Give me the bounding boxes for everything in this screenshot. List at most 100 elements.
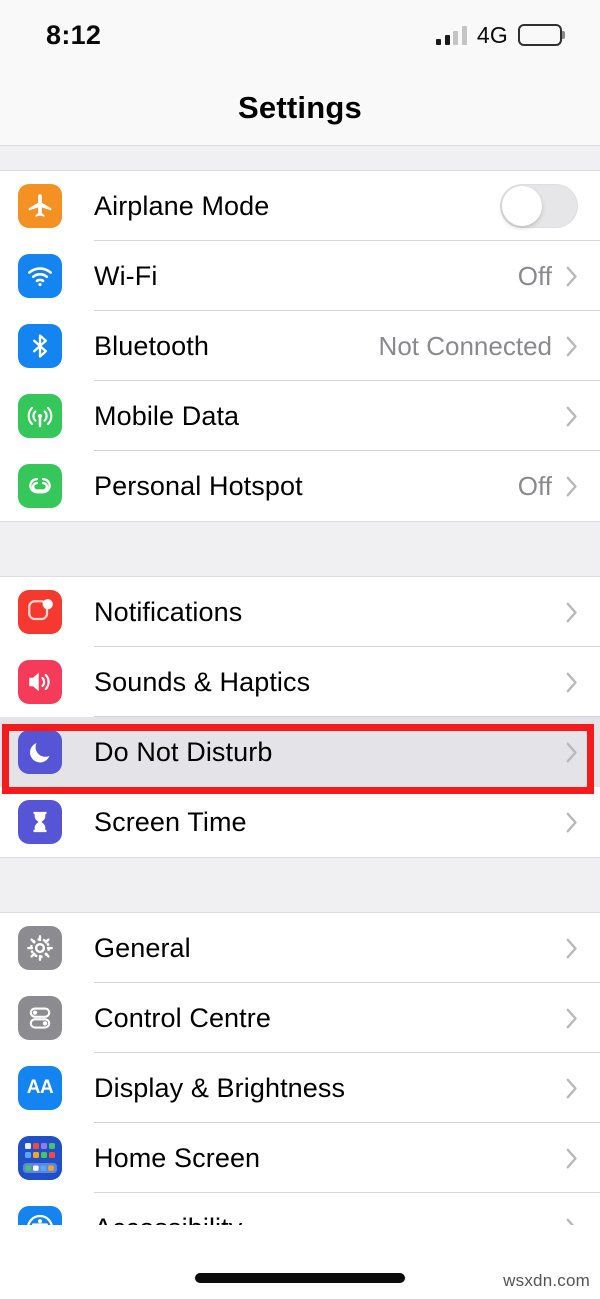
settings-row-sounds-haptics[interactable]: Sounds & Haptics xyxy=(0,647,600,717)
settings-row-do-not-disturb[interactable]: Do Not Disturb xyxy=(0,717,600,787)
settings-row-label: Accessibility xyxy=(94,1213,242,1226)
wifi-icon xyxy=(18,254,62,298)
home-indicator[interactable] xyxy=(195,1273,405,1283)
speaker-waves-icon xyxy=(18,660,62,704)
settings-row-personal-hotspot[interactable]: Personal Hotspot Off xyxy=(0,451,600,521)
settings-row-label: Bluetooth xyxy=(94,330,209,361)
settings-row-label: General xyxy=(94,932,191,963)
settings-row-value: Off xyxy=(517,470,552,501)
watermark-label: wsxdn.com xyxy=(503,1271,590,1290)
settings-row-value: Off xyxy=(517,260,552,291)
row-accessory xyxy=(500,184,578,228)
row-accessory xyxy=(566,1218,578,1225)
chevron-right-icon xyxy=(566,812,578,833)
row-content: Screen Time xyxy=(94,787,600,857)
settings-row-label: Control Centre xyxy=(94,1002,271,1033)
settings-row-label: Mobile Data xyxy=(94,400,240,431)
settings-row-screen-time[interactable]: Screen Time xyxy=(0,787,600,857)
settings-row-mobile-data[interactable]: Mobile Data xyxy=(0,381,600,451)
row-content: General xyxy=(94,913,600,983)
settings-row-label: Notifications xyxy=(94,596,243,627)
settings-row-label: Screen Time xyxy=(94,806,247,837)
control-centre-toggles-icon xyxy=(18,996,62,1040)
battery-icon xyxy=(518,24,562,46)
row-content: Display & Brightness xyxy=(94,1053,600,1123)
row-content: Control Centre xyxy=(94,983,600,1053)
navigation-bar: Settings xyxy=(0,70,600,145)
settings-row-label: Sounds & Haptics xyxy=(94,666,311,697)
chevron-right-icon xyxy=(566,938,578,959)
settings-row-airplane-mode[interactable]: Airplane Mode xyxy=(0,171,600,241)
chevron-right-icon xyxy=(566,742,578,763)
row-accessory xyxy=(566,1008,578,1029)
settings-group-notifications: Notifications Sounds & Haptics Do Not Di… xyxy=(0,577,600,857)
settings-row-label: Do Not Disturb xyxy=(94,736,273,767)
chevron-right-icon xyxy=(566,266,578,287)
moon-icon xyxy=(18,730,62,774)
settings-row-accessibility[interactable]: Accessibility xyxy=(0,1193,600,1225)
row-accessory xyxy=(566,812,578,833)
row-accessory xyxy=(552,406,578,427)
chevron-right-icon xyxy=(566,672,578,693)
row-content: Wi-Fi Off xyxy=(94,241,600,311)
airplane-icon xyxy=(18,184,62,228)
chevron-right-icon xyxy=(566,1008,578,1029)
page-title: Settings xyxy=(238,89,362,125)
settings-row-notifications[interactable]: Notifications xyxy=(0,577,600,647)
row-content: Notifications xyxy=(94,577,600,647)
settings-row-display-brightness[interactable]: AA Display & Brightness xyxy=(0,1053,600,1123)
settings-row-home-screen[interactable]: Home Screen xyxy=(0,1123,600,1193)
hourglass-icon xyxy=(18,800,62,844)
accessibility-person-icon xyxy=(18,1206,62,1225)
airplane-mode-toggle[interactable] xyxy=(500,184,578,228)
row-content: Mobile Data xyxy=(94,381,600,451)
settings-row-bluetooth[interactable]: Bluetooth Not Connected xyxy=(0,311,600,381)
status-time: 8:12 xyxy=(46,19,102,50)
settings-row-label: Display & Brightness xyxy=(94,1072,346,1103)
settings-row-value: Not Connected xyxy=(378,330,552,361)
section-spacer-1 xyxy=(0,521,600,577)
chevron-right-icon xyxy=(566,1218,578,1225)
status-bar: 8:12 4G xyxy=(0,0,600,70)
row-accessory: Off xyxy=(518,261,578,292)
chevron-right-icon xyxy=(566,602,578,623)
row-content: Personal Hotspot Off xyxy=(94,451,600,521)
chevron-right-icon xyxy=(566,476,578,497)
settings-row-label: Airplane Mode xyxy=(94,190,270,221)
chevron-right-icon xyxy=(566,406,578,427)
row-content: Sounds & Haptics xyxy=(94,647,600,717)
chevron-right-icon xyxy=(566,336,578,357)
settings-row-label: Personal Hotspot xyxy=(94,470,303,501)
row-accessory xyxy=(566,1148,578,1169)
row-accessory xyxy=(566,1078,578,1099)
chevron-right-icon xyxy=(566,1078,578,1099)
home-screen-grid-icon xyxy=(18,1136,62,1180)
settings-row-label: Home Screen xyxy=(94,1142,261,1173)
row-accessory: Not Connected xyxy=(379,331,578,362)
row-accessory: Off xyxy=(518,471,578,502)
row-content: Accessibility xyxy=(94,1193,600,1225)
aa-text-size-icon: AA xyxy=(18,1066,62,1110)
settings-row-general[interactable]: General xyxy=(0,913,600,983)
row-accessory xyxy=(566,672,578,693)
row-content: Airplane Mode xyxy=(94,171,600,241)
row-content: Do Not Disturb xyxy=(94,717,600,787)
settings-group-system: General Control Centre AA Display & Brig… xyxy=(0,913,600,1225)
settings-row-wi-fi[interactable]: Wi-Fi Off xyxy=(0,241,600,311)
cellular-antenna-icon xyxy=(18,394,62,438)
section-spacer-2 xyxy=(0,857,600,913)
network-type-label: 4G xyxy=(476,21,508,48)
settings-row-label: Wi-Fi xyxy=(94,260,158,291)
row-content: Home Screen xyxy=(94,1123,600,1193)
section-spacer-top xyxy=(0,145,600,171)
row-accessory xyxy=(566,938,578,959)
cellular-bars-icon xyxy=(436,25,467,45)
row-content: Bluetooth Not Connected xyxy=(94,311,600,381)
row-accessory xyxy=(566,742,578,763)
chevron-right-icon xyxy=(566,1148,578,1169)
gear-icon xyxy=(18,926,62,970)
bluetooth-icon xyxy=(18,324,62,368)
settings-row-control-centre[interactable]: Control Centre xyxy=(0,983,600,1053)
status-indicators: 4G xyxy=(436,22,562,49)
notification-badge-icon xyxy=(18,590,62,634)
